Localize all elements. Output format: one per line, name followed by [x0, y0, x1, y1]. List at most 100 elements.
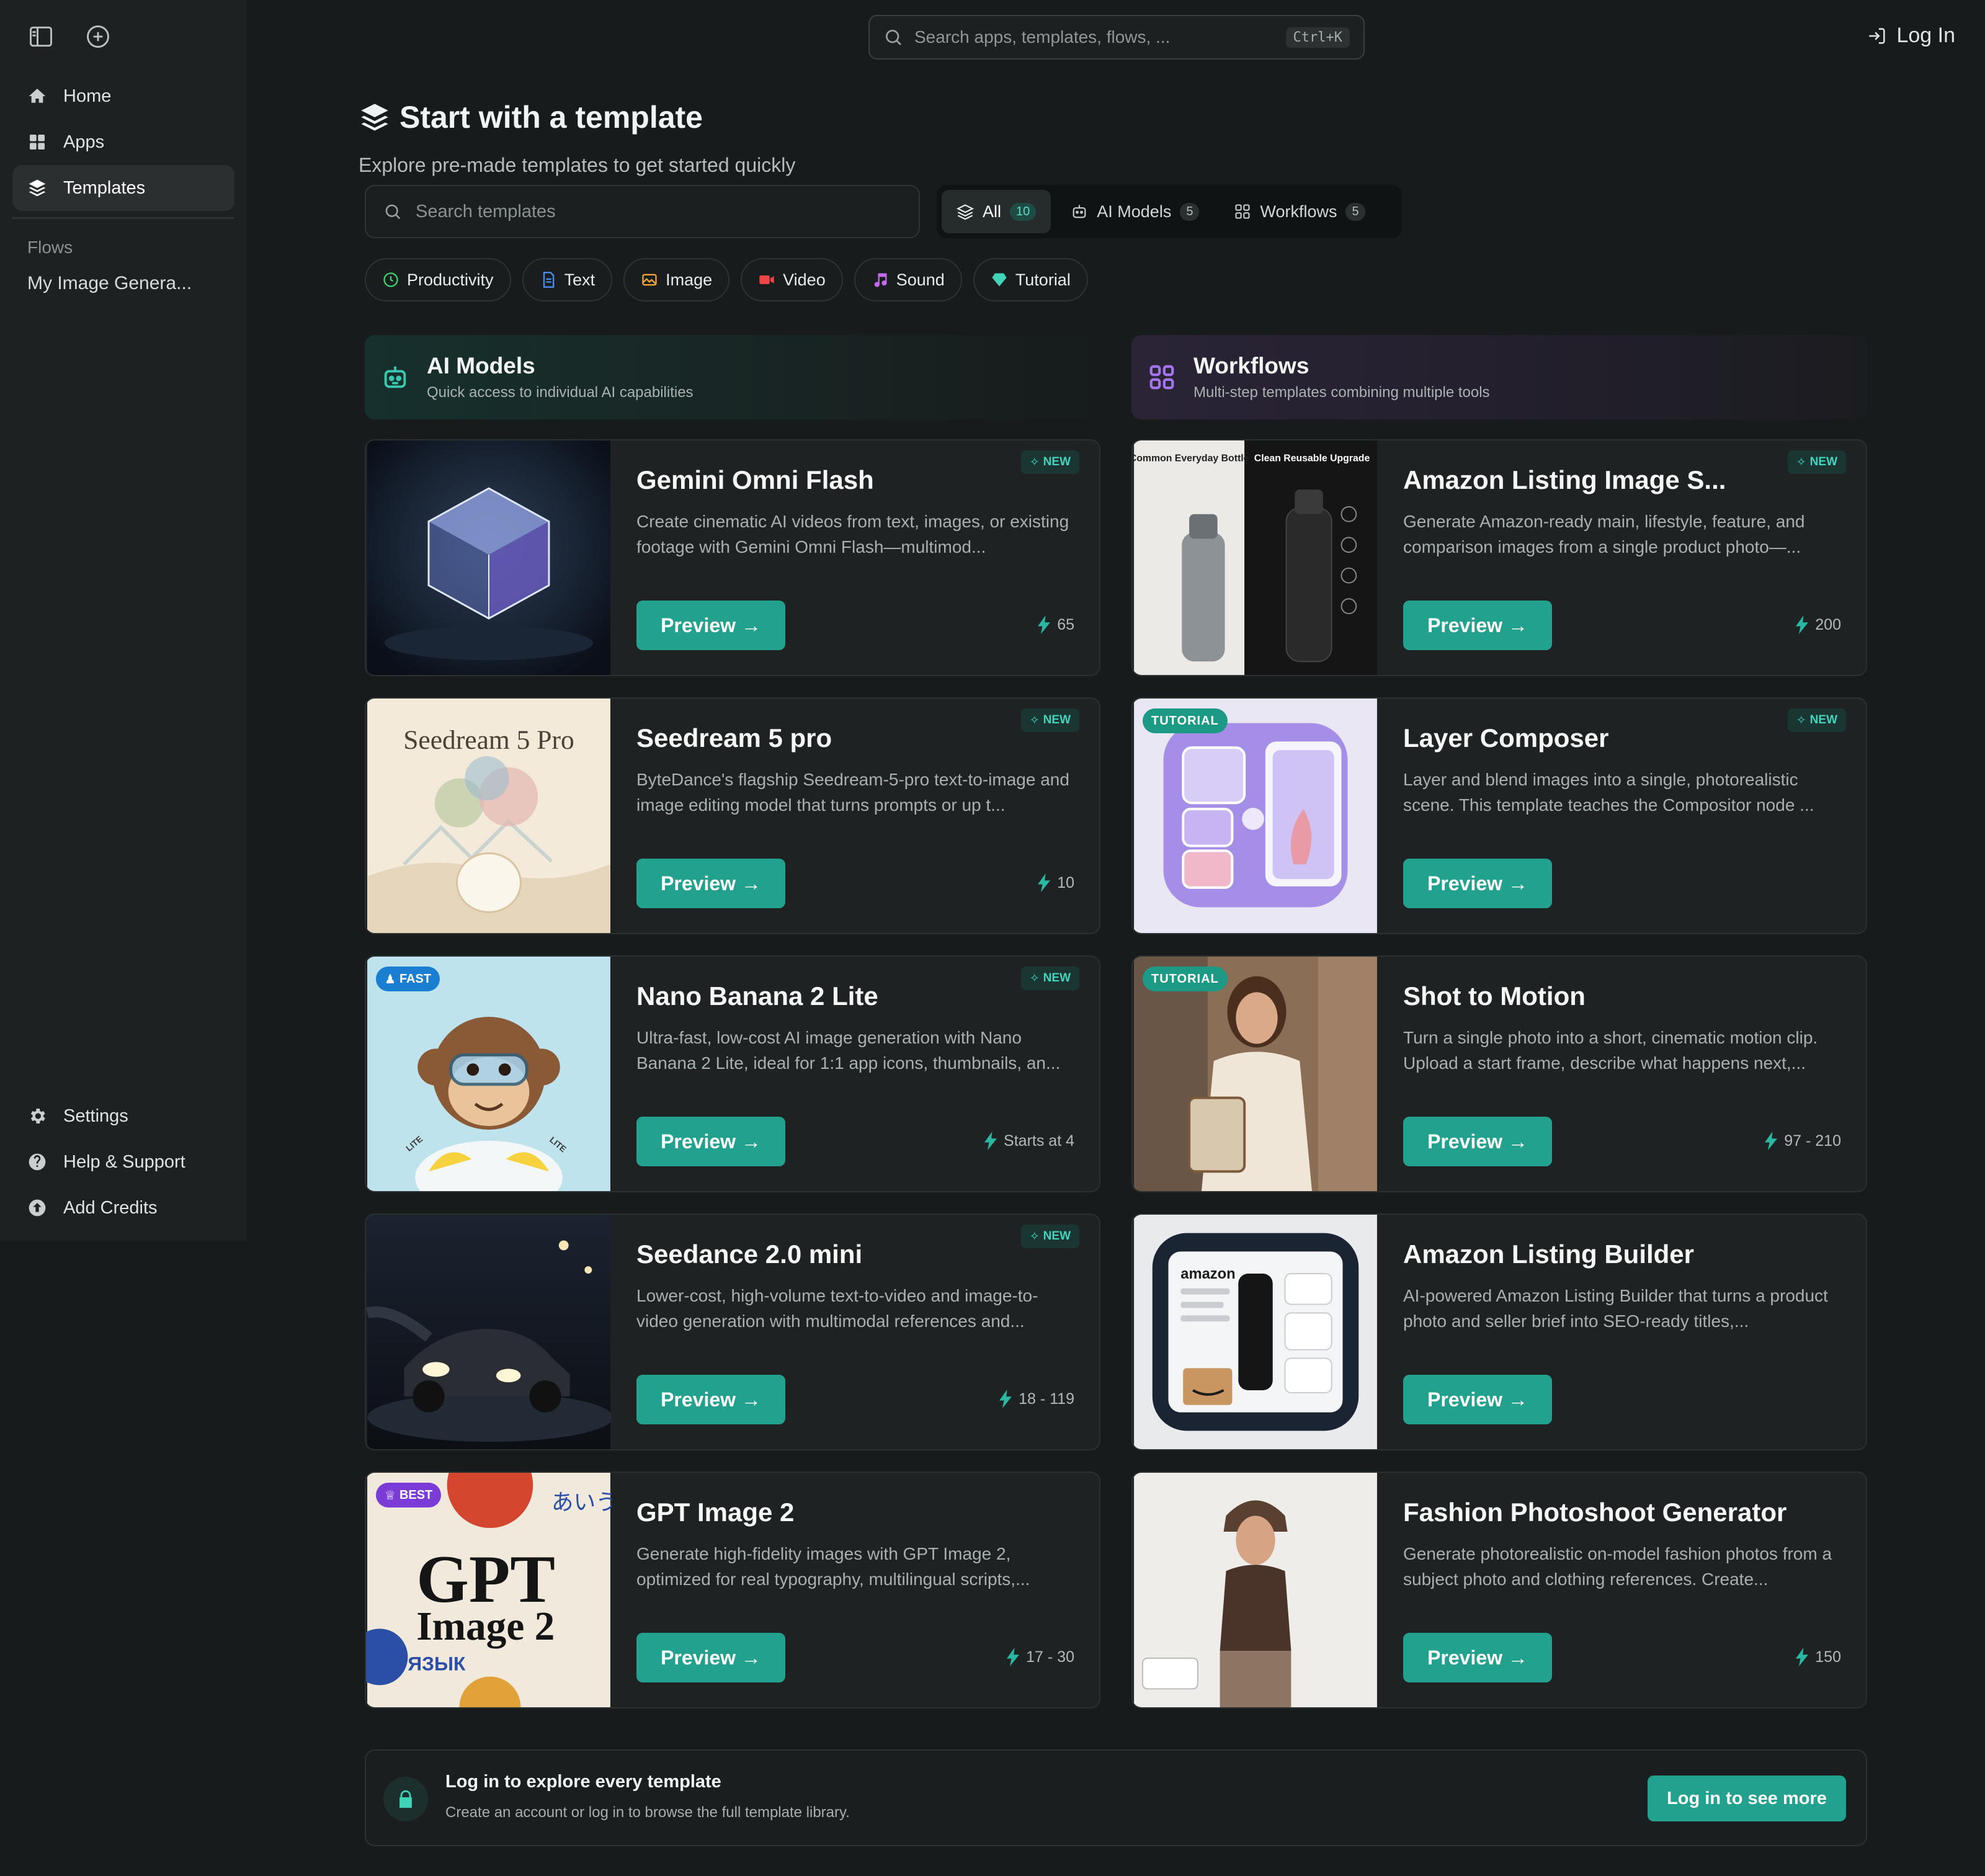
- preview-button[interactable]: Preview →: [636, 859, 785, 908]
- gear-icon: [30, 1109, 45, 1123]
- template-search-input[interactable]: [416, 201, 901, 222]
- sidebar: Home Apps Templates Flows My Image Gener…: [0, 0, 247, 1241]
- card-body: Fashion Photoshoot Generator Generate ph…: [1403, 1498, 1841, 1592]
- template-card-amazon-listing-image[interactable]: Common Everyday Bottle Clean Reusable Up…: [1131, 439, 1867, 676]
- credit-cost: 200: [1795, 615, 1841, 634]
- preview-button[interactable]: Preview →: [1403, 1375, 1552, 1424]
- chip-text[interactable]: Text: [522, 258, 613, 302]
- tab-workflows[interactable]: Workflows 5: [1219, 190, 1380, 233]
- preview-button[interactable]: Preview →: [1403, 1633, 1552, 1682]
- card-description: Ultra-fast, low-cost AI image generation…: [636, 1028, 1061, 1073]
- card-description: ByteDance's flagship Seedream-5-pro text…: [636, 770, 1069, 815]
- card-title: Amazon Listing Image S...: [1403, 465, 1726, 494]
- credit-value: 65: [1057, 615, 1074, 633]
- layers-icon: [957, 204, 974, 220]
- section-subtitle: Quick access to individual AI capabiliti…: [427, 384, 694, 401]
- workflow-grid-icon: [1235, 204, 1251, 219]
- sidebar-item-home[interactable]: Home: [12, 73, 234, 119]
- thumbnail-text: Common Everyday Bottle: [1133, 453, 1249, 464]
- workflow-grid-icon: [1149, 365, 1174, 390]
- template-search[interactable]: [365, 185, 920, 238]
- robot-icon: [384, 366, 406, 388]
- section-title: AI Models: [427, 353, 535, 378]
- chip-video[interactable]: Video: [741, 258, 843, 302]
- fashion-model-photo-image: [1134, 1473, 1377, 1707]
- template-card-layer-composer[interactable]: TUTORIAL ✧ NEW Layer Composer Layer and b…: [1131, 697, 1867, 934]
- sidebar-bottom: Settings Help & Support Add Credits: [12, 1093, 234, 1231]
- card-thumbnail: amazon: [1133, 1215, 1378, 1449]
- gem-icon: [992, 273, 1007, 287]
- page-title: Start with a template: [359, 99, 795, 135]
- sidebar-item-label: Templates: [63, 177, 146, 198]
- section-text: Workflows Multi-step templates combining…: [1193, 353, 1490, 401]
- sidebar-item-help[interactable]: Help & Support: [12, 1139, 234, 1185]
- card-description: Create cinematic AI videos from text, im…: [636, 512, 1069, 556]
- sidebar-toggle-icon[interactable]: [27, 23, 55, 50]
- login-label: Log In: [1896, 24, 1955, 47]
- chip-sound[interactable]: Sound: [854, 258, 962, 302]
- page-header: Start with a template Explore pre-made t…: [359, 99, 795, 177]
- template-card-gpt-image-2[interactable]: GPT Image 2 ЯЗЫК あいう ♕ BEST GPT Image 2 G…: [365, 1472, 1100, 1708]
- card-body: Seedance 2.0 mini Lower-cost, high-volum…: [636, 1240, 1074, 1334]
- card-description: Generate photorealistic on-model fashion…: [1403, 1544, 1832, 1589]
- template-card-seedance-2-mini[interactable]: ✧ NEW Seedance 2.0 mini Lower-cost, high-…: [365, 1213, 1100, 1450]
- flow-item[interactable]: My Image Genera...: [12, 265, 234, 302]
- preview-button[interactable]: Preview →: [636, 1633, 785, 1682]
- template-card-fashion-photoshoot[interactable]: Fashion Photoshoot Generator Generate ph…: [1131, 1472, 1867, 1708]
- preview-button[interactable]: Preview →: [1403, 1117, 1552, 1166]
- tab-label: AI Models: [1097, 202, 1172, 221]
- new-flow-icon[interactable]: [84, 23, 112, 50]
- template-card-amazon-listing-builder[interactable]: amazon Amazon Listing Builder AI-powered…: [1131, 1213, 1867, 1450]
- card-description: Generate high-fidelity images with GPT I…: [636, 1544, 1030, 1589]
- lightning-icon: [1796, 1648, 1809, 1666]
- preview-button[interactable]: Preview →: [1403, 601, 1552, 650]
- credit-cost: Starts at 4: [984, 1132, 1074, 1150]
- sidebar-item-add-credits[interactable]: Add Credits: [12, 1185, 234, 1231]
- chip-productivity[interactable]: Productivity: [365, 258, 511, 302]
- lightning-icon: [1796, 615, 1809, 634]
- template-card-nano-banana-2-lite[interactable]: LITE LITE ♟ FAST ✧ NEW Nano Banana 2 Lite …: [365, 955, 1100, 1192]
- lightning-icon: [1765, 1132, 1778, 1150]
- video-icon: [759, 275, 774, 284]
- tab-all[interactable]: All 10: [942, 190, 1051, 233]
- preview-button[interactable]: Preview →: [636, 1375, 785, 1424]
- tab-ai-models[interactable]: AI Models 5: [1056, 190, 1214, 233]
- gpt-image-poster-image: GPT Image 2 ЯЗЫК あいう: [366, 1473, 612, 1707]
- chip-image[interactable]: Image: [623, 258, 730, 302]
- tab-count: 5: [1180, 202, 1200, 221]
- sidebar-item-settings[interactable]: Settings: [12, 1093, 234, 1139]
- card-title: Shot to Motion: [1403, 981, 1586, 1011]
- sidebar-item-apps[interactable]: Apps: [12, 119, 234, 165]
- sidebar-divider: [12, 217, 234, 219]
- sidebar-item-label: Help & Support: [63, 1151, 185, 1172]
- tutorial-badge: TUTORIAL: [1143, 708, 1228, 733]
- sidebar-item-templates[interactable]: Templates: [12, 165, 234, 211]
- card-body: Seedream 5 pro ByteDance's flagship Seed…: [636, 723, 1074, 818]
- credit-value: 150: [1815, 1648, 1841, 1666]
- card-title: Fashion Photoshoot Generator: [1403, 1498, 1787, 1527]
- keyboard-shortcut: Ctrl+K: [1285, 27, 1350, 48]
- preview-button[interactable]: Preview →: [636, 601, 785, 650]
- card-body: Shot to Motion Turn a single photo into …: [1403, 981, 1841, 1076]
- tutorial-badge: TUTORIAL: [1143, 967, 1228, 991]
- flows-heading: Flows: [27, 238, 73, 257]
- credit-value: 97 - 210: [1784, 1132, 1841, 1150]
- lightning-icon: [999, 1390, 1012, 1408]
- card-body: Nano Banana 2 Lite Ultra-fast, low-cost …: [636, 981, 1074, 1076]
- preview-button[interactable]: Preview →: [1403, 859, 1552, 908]
- credit-value: 17 - 30: [1026, 1648, 1074, 1666]
- chip-tutorial[interactable]: Tutorial: [973, 258, 1088, 302]
- lock-badge: [383, 1777, 428, 1821]
- template-card-shot-to-motion[interactable]: TUTORIAL Shot to Motion Turn a single ph…: [1131, 955, 1867, 1192]
- template-card-gemini-omni-flash[interactable]: ✧ NEW Gemini Omni Flash Create cinematic …: [365, 439, 1100, 676]
- preview-button[interactable]: Preview →: [636, 1117, 785, 1166]
- card-description: Layer and blend images into a single, ph…: [1403, 770, 1814, 815]
- tab-count: 10: [1010, 202, 1037, 221]
- sidebar-item-label: Add Credits: [63, 1197, 158, 1218]
- workflows-section-header: Workflows Multi-step templates combining…: [1131, 335, 1867, 419]
- global-search[interactable]: Search apps, templates, flows, ... Ctrl+…: [868, 15, 1365, 60]
- template-card-seedream-5-pro[interactable]: Seedream 5 Pro ✧ NEW Seedream 5 pro ByteD…: [365, 697, 1100, 934]
- card-title: Nano Banana 2 Lite: [636, 981, 878, 1011]
- login-button[interactable]: Log In: [1867, 24, 1955, 48]
- login-to-see-more-button[interactable]: Log in to see more: [1648, 1776, 1846, 1821]
